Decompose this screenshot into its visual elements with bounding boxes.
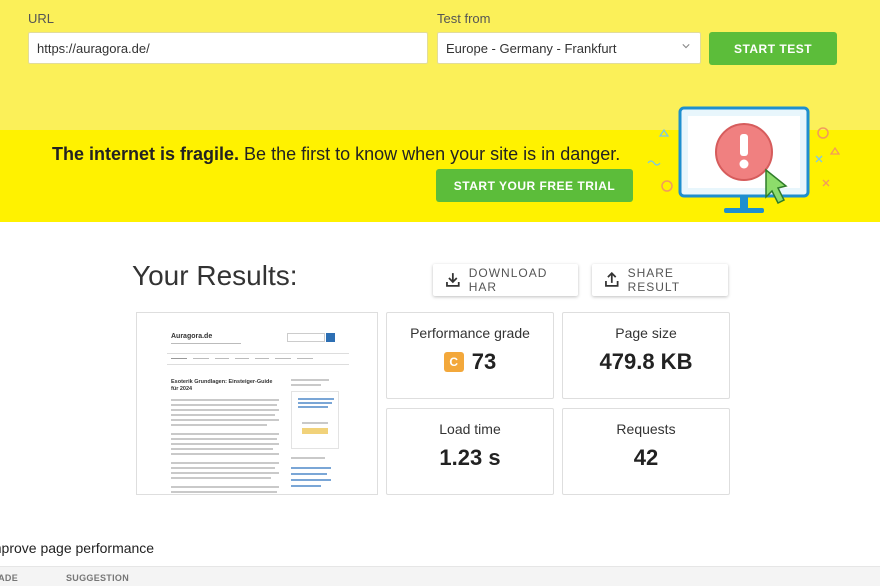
load-time-value: 1.23 s	[439, 445, 501, 470]
banner-headline: The internet is fragile. Be the first to…	[52, 144, 620, 165]
banner-headline-bold: The internet is fragile.	[52, 144, 240, 164]
load-time-card: Load time 1.23 s	[386, 408, 554, 495]
promo-banner: The internet is fragile. Be the first to…	[0, 106, 880, 222]
test-location-select[interactable]: Europe - Germany - Frankfurt	[437, 32, 701, 64]
requests-value: 42	[633, 445, 659, 470]
load-time-label: Load time	[439, 421, 501, 437]
start-free-trial-button[interactable]: START YOUR FREE TRIAL	[436, 169, 633, 202]
test-location-value: Europe - Germany - Frankfurt	[446, 40, 617, 56]
performance-grade-card: Performance grade C 73	[386, 312, 554, 399]
suggestions-table-header: GRADE SUGGESTION	[0, 566, 880, 586]
banner-headline-rest: Be the first to know when your site is i…	[239, 144, 621, 164]
page-screenshot: Auragora.de Esoterik Grundlagen: Einstei…	[136, 312, 378, 495]
url-label: URL	[28, 11, 55, 26]
page-size-label: Page size	[615, 325, 677, 341]
start-test-button[interactable]: START TEST	[709, 32, 837, 65]
requests-label: Requests	[616, 421, 676, 437]
screenshot-search-button	[326, 333, 335, 342]
improve-performance-heading: Improve page performance	[0, 540, 155, 556]
performance-grade-label: Performance grade	[410, 325, 530, 341]
performance-grade-value-row: C 73	[387, 349, 553, 375]
screenshot-sidebar-widget	[291, 391, 339, 449]
monitor-alert-illustration	[647, 106, 840, 213]
share-result-label: SHARE RESULT	[627, 266, 681, 294]
chevron-down-icon	[682, 44, 690, 49]
grade-badge: C	[443, 352, 464, 372]
page-size-value: 479.8 KB	[599, 349, 693, 374]
share-result-button[interactable]: SHARE RESULT	[592, 264, 728, 296]
screenshot-site-title: Auragora.de	[171, 333, 213, 340]
performance-grade-value: 73	[471, 349, 497, 374]
download-har-button[interactable]: DOWNLOAD HAR	[433, 264, 578, 296]
grade-column-header[interactable]: GRADE	[0, 573, 18, 583]
screenshot-article-title: Esoterik Grundlagen: Einsteiger-Guide fü…	[171, 379, 273, 392]
page-size-card: Page size 479.8 KB	[562, 312, 730, 399]
screenshot-search-box	[287, 333, 325, 342]
url-input[interactable]	[28, 32, 428, 64]
download-icon	[446, 273, 460, 287]
download-har-label: DOWNLOAD HAR	[468, 266, 548, 294]
test-from-label: Test from	[437, 11, 491, 26]
screenshot-page: Auragora.de Esoterik Grundlagen: Einstei…	[167, 327, 349, 494]
share-icon	[605, 272, 619, 287]
suggestion-column-header[interactable]: SUGGESTION	[66, 573, 129, 583]
requests-card: Requests 42	[562, 408, 730, 495]
results-title: Your Results:	[132, 260, 298, 291]
